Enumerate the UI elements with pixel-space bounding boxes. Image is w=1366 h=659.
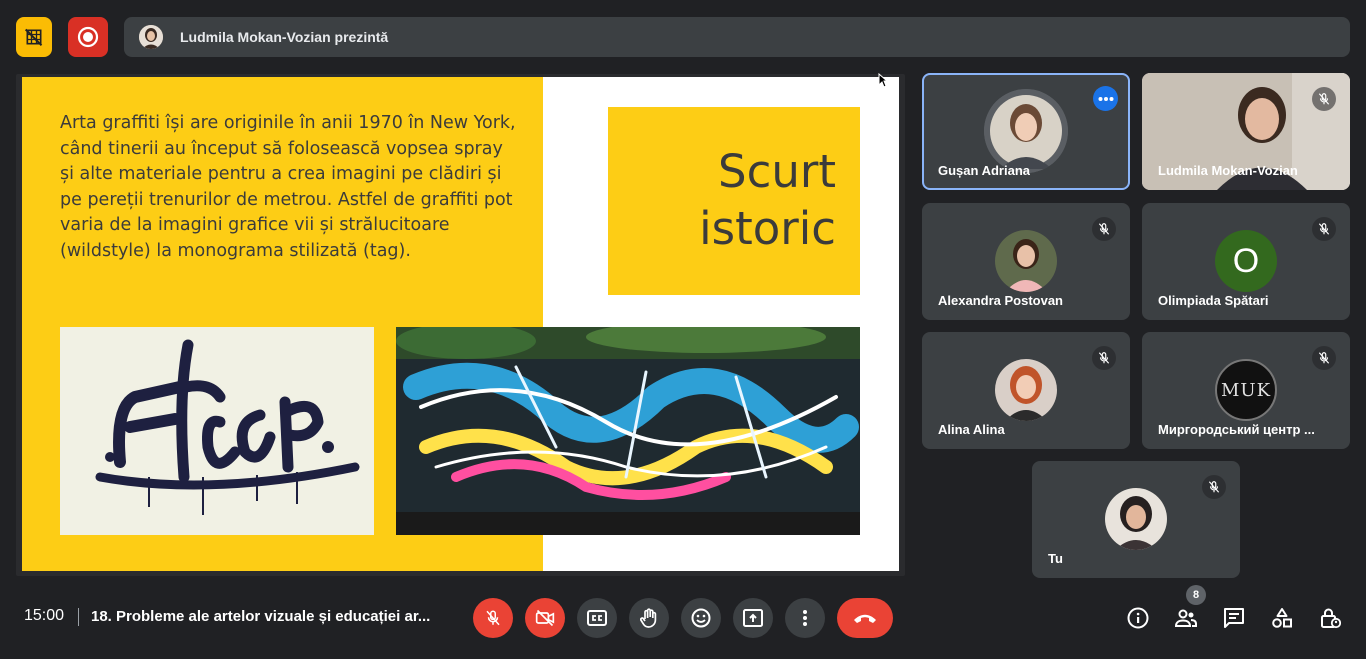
- participant-logo-avatar: MUK: [1215, 359, 1277, 421]
- mic-off-icon: [1098, 223, 1110, 235]
- participant-name: Миргородський центр ...: [1158, 422, 1315, 437]
- mic-off-icon: [1318, 223, 1330, 235]
- record-icon: [77, 26, 99, 48]
- present-screen-button[interactable]: [733, 598, 773, 638]
- slide-body-text: Arta graffiti își are originile în anii …: [60, 113, 516, 261]
- shapes-icon: [1272, 608, 1292, 628]
- mic-muted-indicator: [1312, 217, 1336, 241]
- people-button[interactable]: [1172, 604, 1200, 632]
- participant-tile-self[interactable]: Tu: [1032, 461, 1240, 578]
- leave-call-button[interactable]: [837, 598, 893, 638]
- host-controls-button[interactable]: [1316, 604, 1344, 632]
- mic-muted-indicator: [1312, 346, 1336, 370]
- more-options-button[interactable]: [1093, 86, 1118, 111]
- slide-title-box: Scurt istoric: [608, 107, 860, 295]
- participant-initial-avatar: O: [1215, 230, 1277, 292]
- graffiti-tag-image: [60, 327, 374, 535]
- more-options-button[interactable]: [785, 598, 825, 638]
- participant-tile-alexandra-postovan[interactable]: Alexandra Postovan: [922, 203, 1130, 320]
- mic-off-icon: [1318, 93, 1330, 105]
- mic-muted-indicator: [1092, 346, 1116, 370]
- time-divider: [78, 608, 79, 626]
- presentation-slide: Arta graffiti își are originile în anii …: [22, 77, 899, 571]
- participant-name: Ludmila Mokan-Vozian: [1158, 163, 1298, 178]
- participant-logo-text: MUK: [1220, 379, 1272, 401]
- mic-muted-indicator: [1202, 475, 1226, 499]
- lock-person-icon: [1321, 608, 1341, 629]
- present-to-all-icon: [743, 609, 763, 627]
- presenter-label: Ludmila Mokan-Vozian prezintă: [180, 29, 389, 45]
- participant-name: Alexandra Postovan: [938, 293, 1063, 308]
- participant-initial: O: [1232, 241, 1260, 280]
- captions-button[interactable]: [577, 598, 617, 638]
- chat-icon: [1224, 608, 1244, 628]
- participant-count-badge: 8: [1186, 585, 1206, 605]
- slide-title: Scurt istoric: [699, 143, 836, 257]
- participant-name: Olimpiada Spătari: [1158, 293, 1269, 308]
- layout-toggle-button[interactable]: [16, 17, 52, 57]
- emoji-icon: [691, 608, 711, 628]
- participant-tile-ludmila-mokan-vozian[interactable]: Ludmila Mokan-Vozian: [1142, 73, 1350, 190]
- more-options-icon: [1098, 96, 1113, 101]
- meeting-details-button[interactable]: [1124, 604, 1152, 632]
- mic-off-icon: [1098, 352, 1110, 364]
- presenter-banner: Ludmila Mokan-Vozian prezintă: [124, 17, 1350, 57]
- people-icon: [1174, 609, 1197, 627]
- mic-muted-indicator: [1312, 87, 1336, 111]
- slide-title-line-2: istoric: [699, 202, 836, 255]
- grid-off-icon: [24, 28, 43, 47]
- closed-captions-icon: [587, 610, 607, 626]
- hand-icon: [640, 608, 657, 628]
- participant-name: Tu: [1048, 551, 1063, 566]
- participant-avatar: [995, 359, 1057, 421]
- meeting-time: 15:00: [24, 607, 65, 624]
- recording-button[interactable]: [68, 17, 108, 57]
- mouse-cursor-icon: [878, 73, 888, 88]
- camera-toggle-button[interactable]: [525, 598, 565, 638]
- participant-name: Gușan Adriana: [938, 163, 1030, 178]
- camera-off-icon: [535, 609, 555, 627]
- slide-title-line-1: Scurt: [718, 145, 836, 198]
- raise-hand-button[interactable]: [629, 598, 669, 638]
- mic-off-icon: [486, 610, 500, 626]
- call-end-icon: [854, 614, 876, 623]
- participant-avatar: [995, 230, 1057, 292]
- participant-tile-gusan-adriana[interactable]: Gușan Adriana: [922, 73, 1130, 190]
- chat-button[interactable]: [1220, 604, 1248, 632]
- info-icon: [1127, 607, 1149, 629]
- presenter-avatar: [139, 25, 163, 49]
- graffiti-wall-image: [396, 327, 860, 535]
- more-vert-icon: [803, 610, 807, 626]
- meeting-title: 18. Probleme ale artelor vizuale și educ…: [91, 608, 431, 625]
- participant-tile-alina-alina[interactable]: Alina Alina: [922, 332, 1130, 449]
- participant-avatar: [1105, 488, 1167, 550]
- participant-name: Alina Alina: [938, 422, 1005, 437]
- participant-tile-mirgorod-center[interactable]: MUK Миргородський центр ...: [1142, 332, 1350, 449]
- reactions-button[interactable]: [681, 598, 721, 638]
- mic-off-icon: [1208, 481, 1220, 493]
- mic-off-icon: [1318, 352, 1330, 364]
- mic-muted-indicator: [1092, 217, 1116, 241]
- microphone-toggle-button[interactable]: [473, 598, 513, 638]
- participant-tile-olimpiada-spatari[interactable]: O Olimpiada Spătari: [1142, 203, 1350, 320]
- activities-button[interactable]: [1268, 604, 1296, 632]
- participant-avatar: [984, 89, 1068, 173]
